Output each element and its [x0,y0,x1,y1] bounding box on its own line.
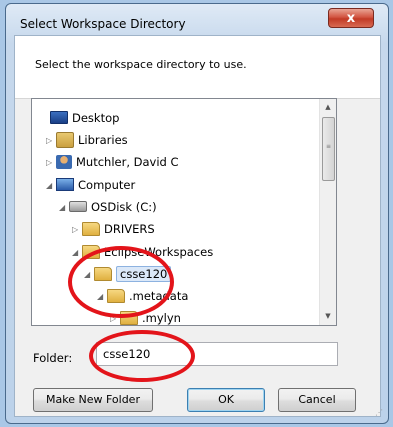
dialog-header: Select the workspace directory to use. [15,36,380,99]
close-button[interactable]: x [328,8,374,28]
tree-item-osdisk[interactable]: ◢ OSDisk (C:) [59,197,157,217]
tree-items: Desktop ▷ Libraries ▷ Mutchler, David C ◢ C… [32,99,322,325]
folder-icon [82,244,100,259]
tree-item-label: .metadata [129,289,189,303]
tree-item-csse120[interactable]: ◢ csse120 [84,264,172,285]
resize-grip-icon[interactable]: ⋰ [375,408,383,417]
computer-icon [56,178,74,191]
folder-icon [94,266,112,281]
scroll-thumb[interactable]: ≡ [322,117,335,181]
instruction-text: Select the workspace directory to use. [35,58,247,71]
desktop-icon [50,111,68,124]
user-folder-icon [56,154,72,169]
collapse-arrow-icon[interactable]: ◢ [59,198,69,218]
tree-item-label-selected: csse120 [116,266,172,282]
tree-item-desktop[interactable]: Desktop [40,108,119,128]
cancel-button[interactable]: Cancel [278,388,356,412]
tree-item-label: .mylyn [142,311,181,325]
tree-item-label: OSDisk (C:) [91,200,157,214]
scroll-down-arrow-icon[interactable]: ▼ [320,308,336,325]
tree-item-label: EclipseWorkspaces [104,245,214,259]
folder-input[interactable] [96,342,338,366]
close-icon: x [346,11,356,26]
tree-item-label: Computer [78,178,136,192]
tree-item-metadata[interactable]: ◢ .metadata [97,286,188,306]
collapse-arrow-icon[interactable]: ◢ [46,176,56,196]
tree-item-libraries[interactable]: ▷ Libraries [46,130,128,150]
folder-icon [120,310,138,325]
tree-scrollbar[interactable]: ▲ ≡ ▼ [319,99,336,325]
tree-item-eclipseworkspaces[interactable]: ◢ EclipseWorkspaces [72,242,213,262]
window-title: Select Workspace Directory [20,17,186,31]
libraries-icon [56,131,74,148]
expand-arrow-icon[interactable]: ▷ [46,153,56,173]
grip-icon: ≡ [326,143,332,150]
tree-item-label: Mutchler, David C [76,155,179,169]
expand-arrow-icon[interactable]: ▷ [72,220,82,240]
folder-icon [82,221,100,236]
tree-item-mylyn[interactable]: ▷ .mylyn [110,308,181,326]
expand-arrow-icon[interactable]: ▷ [46,131,56,151]
ok-button[interactable]: OK [187,388,265,412]
collapse-arrow-icon[interactable]: ◢ [72,243,82,263]
disk-icon [69,201,87,212]
collapse-arrow-icon[interactable]: ◢ [97,287,107,307]
tree-item-user[interactable]: ▷ Mutchler, David C [46,152,179,172]
folder-label: Folder: [33,351,73,365]
expand-arrow-icon[interactable]: ▷ [110,309,120,326]
tree-item-computer[interactable]: ◢ Computer [46,175,135,195]
tree-item-label: Libraries [78,133,128,147]
scroll-up-arrow-icon[interactable]: ▲ [320,99,336,116]
folder-tree[interactable]: Desktop ▷ Libraries ▷ Mutchler, David C ◢ C… [31,98,337,326]
folder-icon [107,288,125,303]
collapse-arrow-icon[interactable]: ◢ [84,265,94,285]
tree-item-label: DRIVERS [104,222,155,236]
tree-item-label: Desktop [72,111,120,125]
tree-item-drivers[interactable]: ▷ DRIVERS [72,219,155,239]
make-new-folder-button[interactable]: Make New Folder [33,388,153,412]
